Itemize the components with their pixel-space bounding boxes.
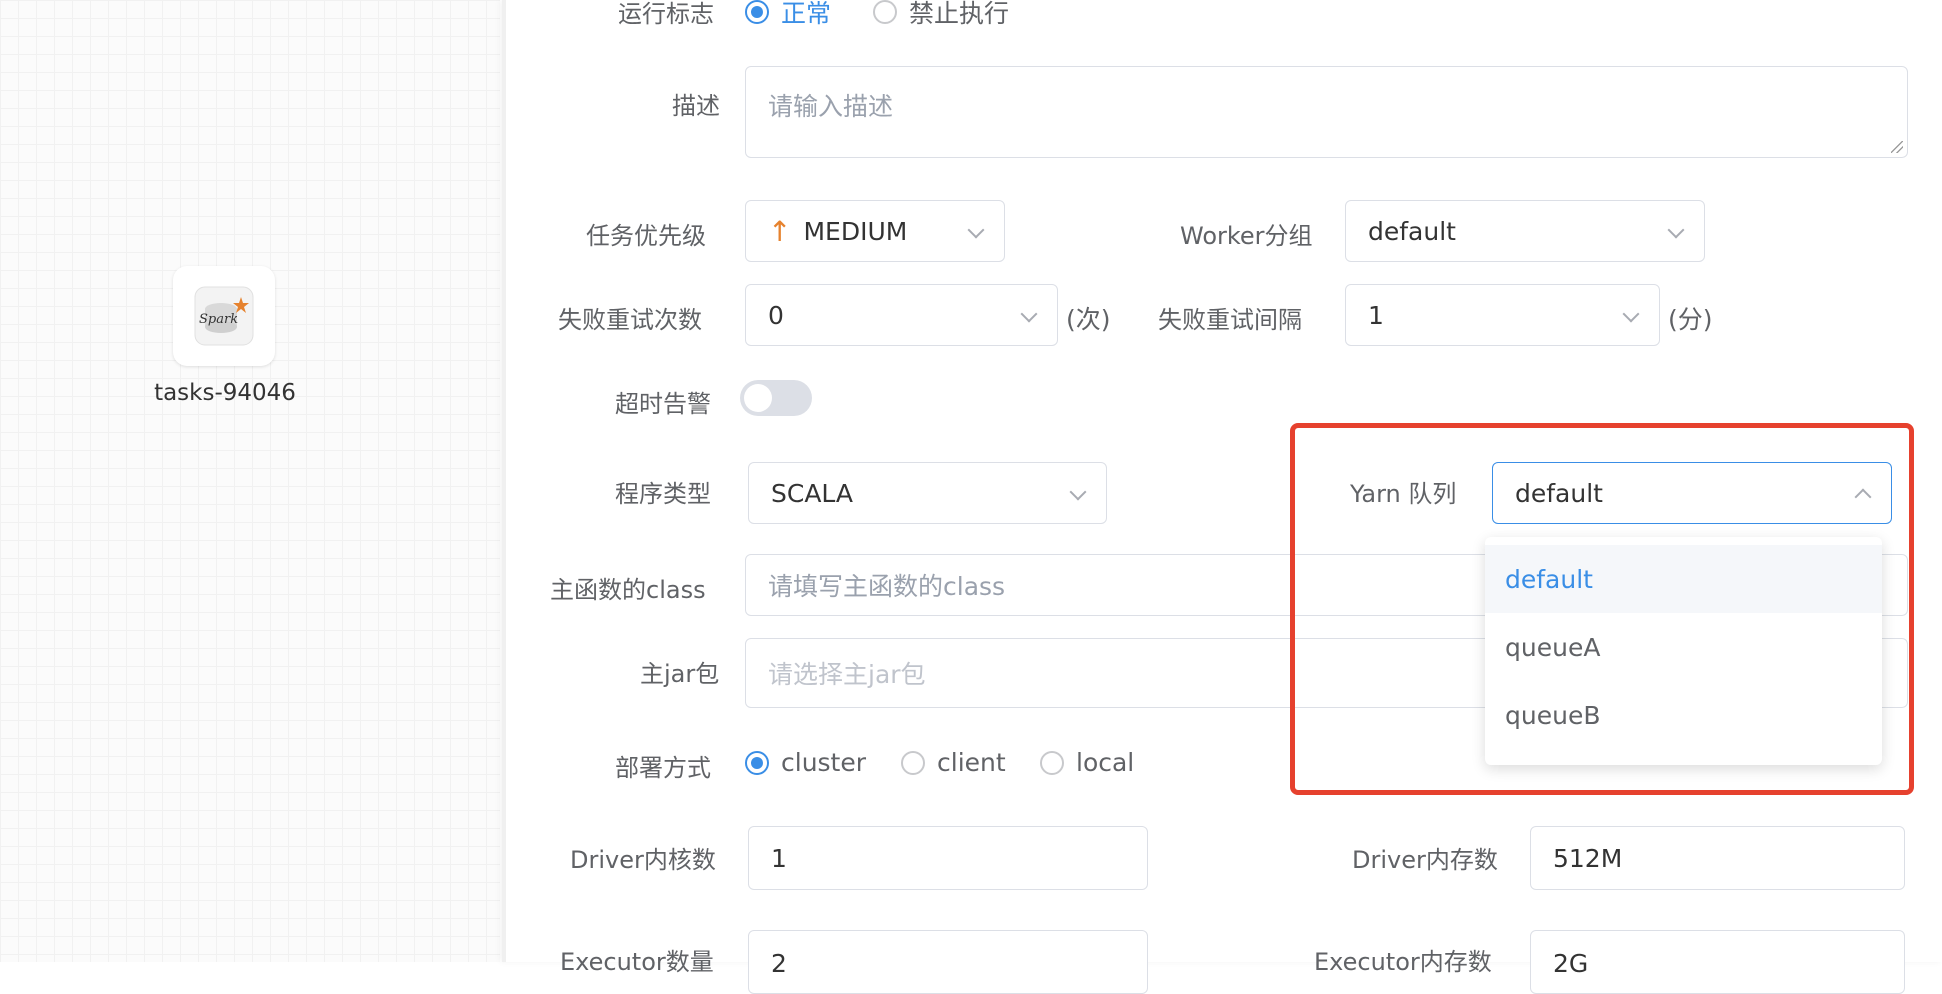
main-jar-label: 主jar包 — [640, 660, 720, 688]
fail-retry-interval-unit: (分) — [1668, 305, 1713, 334]
yarn-queue-option-default[interactable]: default — [1485, 545, 1882, 613]
radio-checked-icon — [745, 0, 769, 24]
chevron-down-icon — [1622, 305, 1640, 323]
executor-num-label: Executor数量 — [560, 948, 714, 976]
chevron-down-icon — [1667, 221, 1685, 239]
dag-canvas[interactable]: Spark tasks-94046 — [0, 0, 500, 962]
radio-unchecked-icon — [901, 750, 925, 775]
radio-unchecked-icon — [873, 0, 897, 24]
main-class-label: 主函数的class — [550, 576, 706, 604]
run-flag-label: 运行标志 — [618, 0, 714, 28]
switch-knob — [744, 384, 772, 412]
fail-retry-times-label: 失败重试次数 — [558, 306, 702, 334]
executor-memory-label: Executor内存数 — [1314, 948, 1492, 976]
yarn-queue-dropdown: default queueA queueB — [1485, 537, 1882, 765]
executor-num-input[interactable]: 2 — [748, 930, 1148, 994]
program-type-label: 程序类型 — [615, 480, 711, 508]
spark-logo-icon: Spark — [194, 286, 254, 346]
deploy-mode-client-radio[interactable]: client — [901, 748, 1006, 777]
task-node-label: tasks-94046 — [154, 380, 296, 406]
fail-retry-interval-select[interactable]: 1 — [1345, 284, 1660, 346]
worker-group-label: Worker分组 — [1180, 222, 1313, 250]
fail-retry-interval-label: 失败重试间隔 — [1158, 306, 1302, 334]
radio-unchecked-icon — [1040, 750, 1064, 775]
description-textarea[interactable]: 请输入描述 — [745, 66, 1908, 158]
priority-select[interactable]: ↑ MEDIUM — [745, 200, 1005, 262]
fail-retry-times-unit: (次) — [1066, 305, 1111, 334]
run-flag-forbidden-radio[interactable]: 禁止执行 — [873, 0, 1009, 30]
driver-memory-label: Driver内存数 — [1352, 846, 1498, 874]
yarn-queue-select[interactable]: default — [1492, 462, 1892, 524]
chevron-down-icon — [1069, 483, 1087, 501]
task-node[interactable]: Spark — [173, 266, 275, 366]
svg-text:Spark: Spark — [199, 312, 238, 327]
chevron-down-icon — [1020, 305, 1038, 323]
description-label: 描述 — [672, 92, 720, 120]
arrow-up-icon: ↑ — [768, 214, 792, 248]
deploy-mode-label: 部署方式 — [615, 754, 711, 782]
yarn-queue-option-queueA[interactable]: queueA — [1485, 613, 1882, 681]
executor-memory-input[interactable]: 2G — [1530, 930, 1905, 994]
driver-cores-input[interactable]: 1 — [748, 826, 1148, 890]
resize-grip-icon[interactable] — [1891, 141, 1903, 153]
timeout-alarm-label: 超时告警 — [615, 390, 711, 418]
run-flag-normal-radio[interactable]: 正常 — [745, 0, 831, 30]
deploy-mode-local-radio[interactable]: local — [1040, 748, 1134, 777]
priority-label: 任务优先级 — [586, 222, 706, 250]
chevron-down-icon — [967, 221, 985, 239]
worker-group-select[interactable]: default — [1345, 200, 1705, 262]
yarn-queue-label: Yarn 队列 — [1350, 480, 1457, 508]
deploy-mode-cluster-radio[interactable]: cluster — [745, 748, 866, 777]
driver-cores-label: Driver内核数 — [570, 846, 716, 874]
chevron-up-icon — [1854, 488, 1872, 506]
driver-memory-input[interactable]: 512M — [1530, 826, 1905, 890]
fail-retry-times-select[interactable]: 0 — [745, 284, 1058, 346]
timeout-alarm-switch[interactable] — [740, 380, 812, 416]
yarn-queue-option-queueB[interactable]: queueB — [1485, 681, 1882, 749]
radio-checked-icon — [745, 750, 769, 775]
program-type-select[interactable]: SCALA — [748, 462, 1107, 524]
